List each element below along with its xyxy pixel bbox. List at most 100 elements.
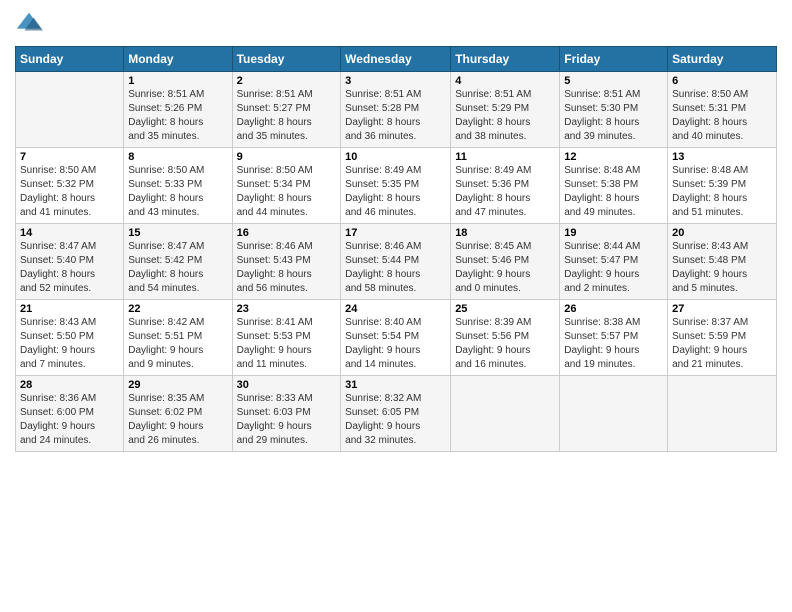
day-cell: 28 Sunrise: 8:36 AMSunset: 6:00 PMDayligh… xyxy=(16,376,124,452)
day-cell: 4 Sunrise: 8:51 AMSunset: 5:29 PMDaylight… xyxy=(451,72,560,148)
day-header-friday: Friday xyxy=(560,47,668,72)
day-detail: Sunrise: 8:47 AMSunset: 5:40 PMDaylight:… xyxy=(20,241,96,294)
day-cell: 26 Sunrise: 8:38 AMSunset: 5:57 PMDayligh… xyxy=(560,300,668,376)
day-cell: 8 Sunrise: 8:50 AMSunset: 5:33 PMDaylight… xyxy=(124,148,232,224)
day-number: 26 xyxy=(564,303,663,315)
day-cell xyxy=(451,376,560,452)
day-cell xyxy=(16,72,124,148)
day-detail: Sunrise: 8:38 AMSunset: 5:57 PMDaylight:… xyxy=(564,317,640,370)
day-detail: Sunrise: 8:49 AMSunset: 5:35 PMDaylight:… xyxy=(345,165,421,218)
day-detail: Sunrise: 8:51 AMSunset: 5:28 PMDaylight:… xyxy=(345,89,421,142)
day-detail: Sunrise: 8:42 AMSunset: 5:51 PMDaylight:… xyxy=(128,317,204,370)
day-detail: Sunrise: 8:39 AMSunset: 5:56 PMDaylight:… xyxy=(455,317,531,370)
day-detail: Sunrise: 8:51 AMSunset: 5:30 PMDaylight:… xyxy=(564,89,640,142)
day-cell: 9 Sunrise: 8:50 AMSunset: 5:34 PMDaylight… xyxy=(232,148,341,224)
day-number: 17 xyxy=(345,227,446,239)
day-number: 28 xyxy=(20,379,119,391)
day-cell: 23 Sunrise: 8:41 AMSunset: 5:53 PMDayligh… xyxy=(232,300,341,376)
day-cell: 18 Sunrise: 8:45 AMSunset: 5:46 PMDayligh… xyxy=(451,224,560,300)
header-row: SundayMondayTuesdayWednesdayThursdayFrid… xyxy=(16,47,777,72)
day-number: 19 xyxy=(564,227,663,239)
logo xyxy=(15,10,47,38)
day-cell: 11 Sunrise: 8:49 AMSunset: 5:36 PMDayligh… xyxy=(451,148,560,224)
day-detail: Sunrise: 8:37 AMSunset: 5:59 PMDaylight:… xyxy=(672,317,748,370)
day-header-thursday: Thursday xyxy=(451,47,560,72)
day-number: 11 xyxy=(455,151,555,163)
day-detail: Sunrise: 8:44 AMSunset: 5:47 PMDaylight:… xyxy=(564,241,640,294)
day-cell xyxy=(668,376,777,452)
day-cell: 14 Sunrise: 8:47 AMSunset: 5:40 PMDayligh… xyxy=(16,224,124,300)
day-number: 25 xyxy=(455,303,555,315)
day-header-wednesday: Wednesday xyxy=(341,47,451,72)
day-detail: Sunrise: 8:36 AMSunset: 6:00 PMDaylight:… xyxy=(20,393,96,446)
day-cell: 27 Sunrise: 8:37 AMSunset: 5:59 PMDayligh… xyxy=(668,300,777,376)
week-row-5: 28 Sunrise: 8:36 AMSunset: 6:00 PMDayligh… xyxy=(16,376,777,452)
day-detail: Sunrise: 8:50 AMSunset: 5:32 PMDaylight:… xyxy=(20,165,96,218)
day-number: 27 xyxy=(672,303,772,315)
day-cell: 16Sunrise: 8:46 AMSunset: 5:43 PMDayligh… xyxy=(232,224,341,300)
day-cell: 30 Sunrise: 8:33 AMSunset: 6:03 PMDayligh… xyxy=(232,376,341,452)
day-number: 21 xyxy=(20,303,119,315)
page: SundayMondayTuesdayWednesdayThursdayFrid… xyxy=(0,0,792,612)
day-cell: 17 Sunrise: 8:46 AMSunset: 5:44 PMDayligh… xyxy=(341,224,451,300)
week-row-3: 14 Sunrise: 8:47 AMSunset: 5:40 PMDayligh… xyxy=(16,224,777,300)
day-detail: Sunrise: 8:33 AMSunset: 6:03 PMDaylight:… xyxy=(237,393,313,446)
day-detail: Sunrise: 8:48 AMSunset: 5:38 PMDaylight:… xyxy=(564,165,640,218)
day-header-saturday: Saturday xyxy=(668,47,777,72)
day-number: 29 xyxy=(128,379,227,391)
day-number: 9 xyxy=(237,151,337,163)
day-cell: 1Sunrise: 8:51 AMSunset: 5:26 PMDaylight… xyxy=(124,72,232,148)
day-number: 3 xyxy=(345,75,446,87)
day-cell xyxy=(560,376,668,452)
day-detail: Sunrise: 8:50 AMSunset: 5:34 PMDaylight:… xyxy=(237,165,313,218)
day-number: 20 xyxy=(672,227,772,239)
day-detail: Sunrise: 8:48 AMSunset: 5:39 PMDaylight:… xyxy=(672,165,748,218)
day-number: 4 xyxy=(455,75,555,87)
day-header-monday: Monday xyxy=(124,47,232,72)
day-detail: Sunrise: 8:43 AMSunset: 5:50 PMDaylight:… xyxy=(20,317,96,370)
day-number: 6 xyxy=(672,75,772,87)
day-cell: 3 Sunrise: 8:51 AMSunset: 5:28 PMDaylight… xyxy=(341,72,451,148)
logo-icon xyxy=(15,10,43,38)
day-detail: Sunrise: 8:50 AMSunset: 5:33 PMDaylight:… xyxy=(128,165,204,218)
day-detail: Sunrise: 8:43 AMSunset: 5:48 PMDaylight:… xyxy=(672,241,748,294)
day-cell: 19 Sunrise: 8:44 AMSunset: 5:47 PMDayligh… xyxy=(560,224,668,300)
day-number: 8 xyxy=(128,151,227,163)
day-number: 1 xyxy=(128,75,227,87)
day-number: 13 xyxy=(672,151,772,163)
day-cell: 2Sunrise: 8:51 AMSunset: 5:27 PMDaylight… xyxy=(232,72,341,148)
week-row-1: 1Sunrise: 8:51 AMSunset: 5:26 PMDaylight… xyxy=(16,72,777,148)
day-number: 31 xyxy=(345,379,446,391)
day-detail: Sunrise: 8:45 AMSunset: 5:46 PMDaylight:… xyxy=(455,241,531,294)
day-cell: 31 Sunrise: 8:32 AMSunset: 6:05 PMDayligh… xyxy=(341,376,451,452)
day-detail: Sunrise: 8:35 AMSunset: 6:02 PMDaylight:… xyxy=(128,393,204,446)
day-header-sunday: Sunday xyxy=(16,47,124,72)
day-cell: 6 Sunrise: 8:50 AMSunset: 5:31 PMDaylight… xyxy=(668,72,777,148)
day-detail: Sunrise: 8:41 AMSunset: 5:53 PMDaylight:… xyxy=(237,317,313,370)
day-cell: 21 Sunrise: 8:43 AMSunset: 5:50 PMDayligh… xyxy=(16,300,124,376)
day-number: 14 xyxy=(20,227,119,239)
day-number: 24 xyxy=(345,303,446,315)
day-number: 5 xyxy=(564,75,663,87)
day-cell: 5 Sunrise: 8:51 AMSunset: 5:30 PMDaylight… xyxy=(560,72,668,148)
day-number: 10 xyxy=(345,151,446,163)
day-cell: 13 Sunrise: 8:48 AMSunset: 5:39 PMDayligh… xyxy=(668,148,777,224)
day-number: 23 xyxy=(237,303,337,315)
day-number: 22 xyxy=(128,303,227,315)
header xyxy=(15,10,777,38)
day-number: 12 xyxy=(564,151,663,163)
day-detail: Sunrise: 8:49 AMSunset: 5:36 PMDaylight:… xyxy=(455,165,531,218)
day-number: 30 xyxy=(237,379,337,391)
day-number: 16 xyxy=(237,227,337,239)
day-detail: Sunrise: 8:51 AMSunset: 5:29 PMDaylight:… xyxy=(455,89,531,142)
day-detail: Sunrise: 8:50 AMSunset: 5:31 PMDaylight:… xyxy=(672,89,748,142)
day-detail: Sunrise: 8:32 AMSunset: 6:05 PMDaylight:… xyxy=(345,393,421,446)
day-number: 15 xyxy=(128,227,227,239)
day-cell: 29 Sunrise: 8:35 AMSunset: 6:02 PMDayligh… xyxy=(124,376,232,452)
day-cell: 22 Sunrise: 8:42 AMSunset: 5:51 PMDayligh… xyxy=(124,300,232,376)
day-cell: 7Sunrise: 8:50 AMSunset: 5:32 PMDaylight… xyxy=(16,148,124,224)
day-cell: 24Sunrise: 8:40 AMSunset: 5:54 PMDayligh… xyxy=(341,300,451,376)
day-detail: Sunrise: 8:47 AMSunset: 5:42 PMDaylight:… xyxy=(128,241,204,294)
day-number: 18 xyxy=(455,227,555,239)
day-detail: Sunrise: 8:46 AMSunset: 5:44 PMDaylight:… xyxy=(345,241,421,294)
